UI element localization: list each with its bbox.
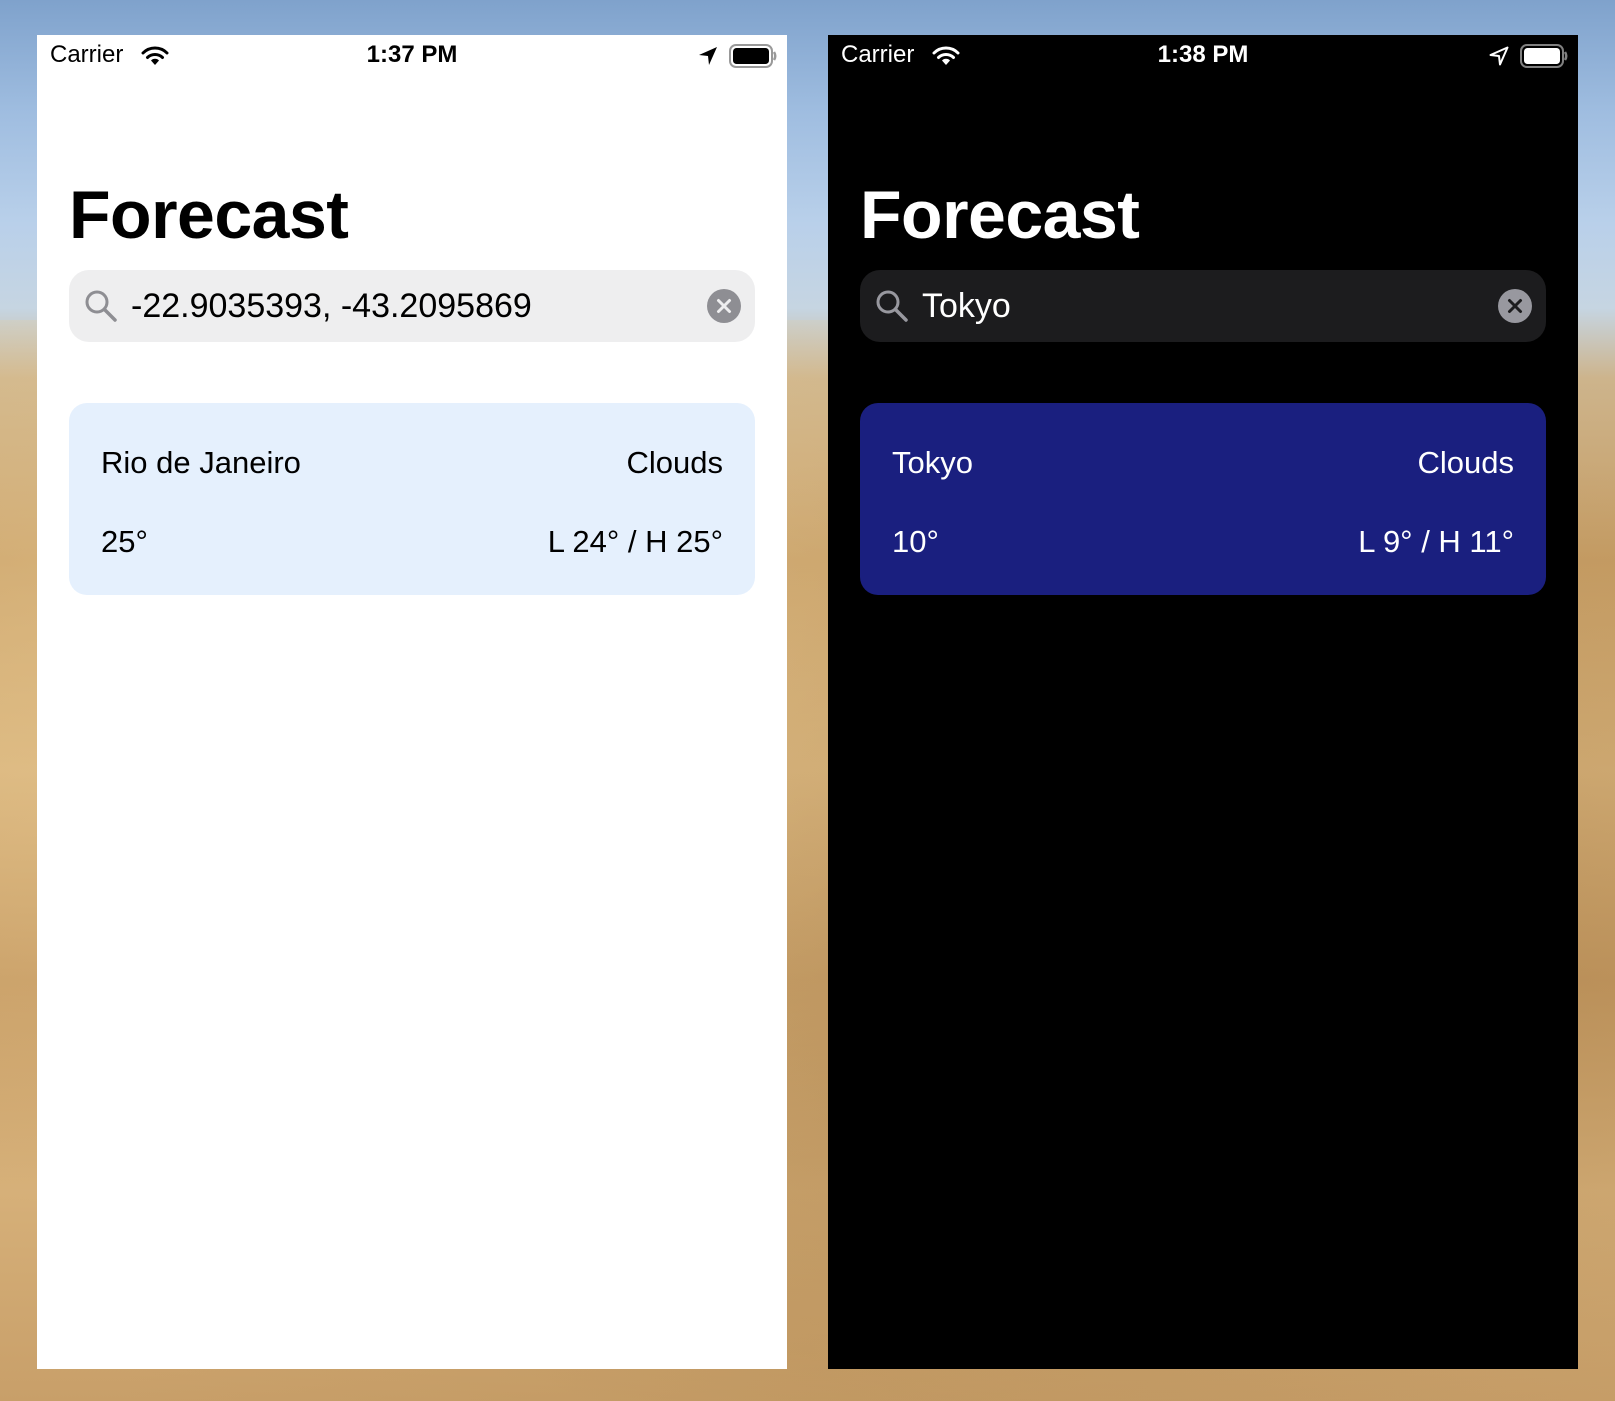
search-bar[interactable]: Tokyo [860,270,1546,342]
weather-condition: Clouds [626,445,724,480]
low-high-temperature: L 9° / H 11° [1358,524,1514,559]
status-time: 1:38 PM [1157,41,1249,68]
clear-circle-icon[interactable] [707,289,741,323]
search-input[interactable]: -22.9035393, -43.2095869 [131,270,532,342]
battery-icon [729,44,777,68]
page-title: Forecast [69,177,349,253]
phone-screen-light: Carrier 1:37 PM Forecast -22.9035393, -4… [37,35,787,1369]
page-title: Forecast [860,177,1140,253]
weather-condition: Clouds [1417,445,1515,480]
current-temperature: 25° [101,524,148,559]
battery-icon [1520,44,1568,68]
search-input[interactable]: Tokyo [922,270,1011,342]
clear-circle-icon[interactable] [1498,289,1532,323]
phone-screen-dark: Carrier 1:38 PM Forecast Tokyo Tokyo Clo… [828,35,1578,1369]
city-name: Rio de Janeiro [101,445,301,480]
low-high-temperature: L 24° / H 25° [547,524,723,559]
location-arrow-filled-icon [699,47,717,65]
status-bar: Carrier 1:37 PM [37,35,787,75]
search-bar[interactable]: -22.9035393, -43.2095869 [69,270,755,342]
location-arrow-outline-icon [1489,46,1509,66]
weather-card[interactable]: Rio de Janeiro Clouds 25° L 24° / H 25° [69,403,755,595]
city-name: Tokyo [892,445,973,480]
weather-card[interactable]: Tokyo Clouds 10° L 9° / H 11° [860,403,1546,595]
search-icon [85,290,117,322]
search-icon [876,290,908,322]
status-bar: Carrier 1:38 PM [828,35,1578,75]
status-time: 1:37 PM [366,41,458,68]
current-temperature: 10° [892,524,939,559]
